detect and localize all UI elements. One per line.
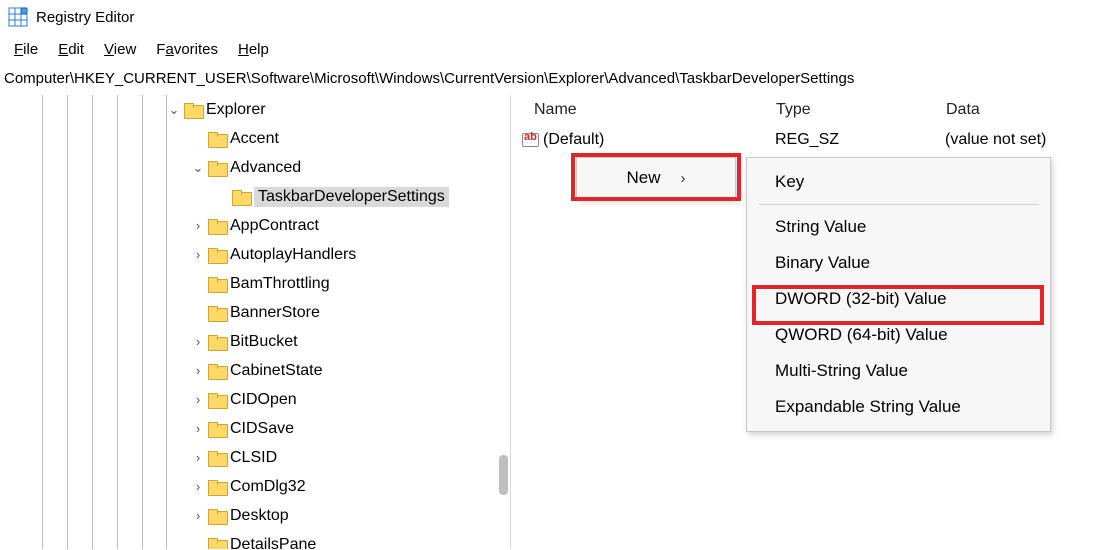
tree-label: AutoplayHandlers xyxy=(230,246,356,264)
tree-label: CabinetState xyxy=(230,362,323,380)
tree-label: DetailsPane xyxy=(230,536,316,550)
ctx-item-string[interactable]: String Value xyxy=(747,209,1050,245)
folder-icon xyxy=(208,161,226,175)
tree-label: BannerStore xyxy=(230,304,320,322)
chevron-right-icon[interactable]: › xyxy=(190,509,206,522)
folder-icon xyxy=(208,277,226,291)
regedit-icon xyxy=(8,7,28,27)
tree-item-bitbucket[interactable]: › BitBucket xyxy=(0,327,510,356)
chevron-down-icon[interactable]: ⌄ xyxy=(190,161,206,174)
context-menu: New › xyxy=(576,157,736,199)
menu-edit[interactable]: Edit xyxy=(48,38,94,61)
tree-item-clsid[interactable]: › CLSID xyxy=(0,443,510,472)
chevron-right-icon[interactable]: › xyxy=(190,335,206,348)
folder-icon xyxy=(208,538,226,550)
ctx-label: New xyxy=(626,168,660,188)
chevron-right-icon[interactable]: › xyxy=(190,219,206,232)
tree-label: BamThrottling xyxy=(230,275,330,293)
value-row-default[interactable]: (Default) REG_SZ (value not set) xyxy=(516,125,1100,155)
chevron-right-icon[interactable]: › xyxy=(190,422,206,435)
tree-item-comdlg32[interactable]: › ComDlg32 xyxy=(0,472,510,501)
tree-item-bam[interactable]: BamThrottling xyxy=(0,269,510,298)
col-data[interactable]: Data xyxy=(946,101,1100,119)
address-path[interactable]: Computer\HKEY_CURRENT_USER\Software\Micr… xyxy=(0,64,1100,95)
chevron-right-icon[interactable]: › xyxy=(190,364,206,377)
tree-item-advanced[interactable]: ⌄ Advanced xyxy=(0,153,510,182)
tree-label: CLSID xyxy=(230,449,277,467)
value-type: REG_SZ xyxy=(775,131,945,149)
folder-icon xyxy=(208,306,226,320)
context-submenu-new: Key String Value Binary Value DWORD (32-… xyxy=(746,157,1051,432)
tree-pane[interactable]: ⌄ Explorer Accent ⌄ Advanced TaskbarDeve… xyxy=(0,95,510,549)
ctx-item-multistring[interactable]: Multi-String Value xyxy=(747,353,1050,389)
tree-label: AppContract xyxy=(230,217,319,235)
tree-label: CIDOpen xyxy=(230,391,297,409)
ctx-item-new[interactable]: New › xyxy=(577,158,735,198)
menu-bar: File Edit View Favorites Help xyxy=(0,34,1100,64)
window-title: Registry Editor xyxy=(36,9,134,26)
menu-view[interactable]: View xyxy=(94,38,146,61)
folder-icon xyxy=(208,132,226,146)
string-value-icon xyxy=(522,133,539,147)
folder-icon xyxy=(208,480,226,494)
tree-label: Advanced xyxy=(230,159,301,177)
tree-item-cidopen[interactable]: › CIDOpen xyxy=(0,385,510,414)
folder-icon xyxy=(232,190,250,204)
folder-icon xyxy=(208,219,226,233)
col-name[interactable]: Name xyxy=(516,101,776,119)
chevron-right-icon[interactable]: › xyxy=(190,393,206,406)
folder-icon xyxy=(208,451,226,465)
folder-icon xyxy=(208,509,226,523)
folder-icon xyxy=(208,364,226,378)
tree-label: Desktop xyxy=(230,507,289,525)
ctx-item-binary[interactable]: Binary Value xyxy=(747,245,1050,281)
tree-item-cabinet[interactable]: › CabinetState xyxy=(0,356,510,385)
tree-item-cidsave[interactable]: › CIDSave xyxy=(0,414,510,443)
tree-label: ComDlg32 xyxy=(230,478,306,496)
ctx-item-expandstring[interactable]: Expandable String Value xyxy=(747,389,1050,425)
menu-file[interactable]: File xyxy=(4,38,48,61)
chevron-down-icon[interactable]: ⌄ xyxy=(166,103,182,116)
tree-item-detailspane[interactable]: DetailsPane xyxy=(0,530,510,549)
tree-label: Explorer xyxy=(206,101,266,119)
tree-item-desktop[interactable]: › Desktop xyxy=(0,501,510,530)
tree-item-explorer[interactable]: ⌄ Explorer xyxy=(0,95,510,124)
tree-item-appcontract[interactable]: › AppContract xyxy=(0,211,510,240)
chevron-right-icon[interactable]: › xyxy=(190,451,206,464)
chevron-right-icon: › xyxy=(681,170,686,187)
tree-label: BitBucket xyxy=(230,333,298,351)
folder-icon xyxy=(208,422,226,436)
tree-item-autoplay[interactable]: › AutoplayHandlers xyxy=(0,240,510,269)
values-pane[interactable]: Name Type Data (Default) REG_SZ (value n… xyxy=(516,95,1100,549)
ctx-item-key[interactable]: Key xyxy=(747,164,1050,200)
value-name: (Default) xyxy=(543,131,775,149)
chevron-right-icon[interactable]: › xyxy=(190,480,206,493)
folder-icon xyxy=(208,335,226,349)
separator xyxy=(759,204,1038,205)
tree-label: CIDSave xyxy=(230,420,294,438)
tree-label: Accent xyxy=(230,130,279,148)
title-bar: Registry Editor xyxy=(0,0,1100,34)
menu-favorites[interactable]: Favorites xyxy=(146,38,228,61)
tree-item-taskbardevsettings[interactable]: TaskbarDeveloperSettings xyxy=(0,182,510,211)
registry-tree[interactable]: ⌄ Explorer Accent ⌄ Advanced TaskbarDeve… xyxy=(0,95,510,549)
tree-label: TaskbarDeveloperSettings xyxy=(254,187,449,207)
tree-item-accent[interactable]: Accent xyxy=(0,124,510,153)
folder-icon xyxy=(184,103,202,117)
menu-help[interactable]: Help xyxy=(228,38,279,61)
folder-icon xyxy=(208,248,226,262)
value-data: (value not set) xyxy=(945,131,1046,149)
column-headers[interactable]: Name Type Data xyxy=(516,95,1100,125)
body: ⌄ Explorer Accent ⌄ Advanced TaskbarDeve… xyxy=(0,95,1100,549)
col-type[interactable]: Type xyxy=(776,101,946,119)
ctx-item-dword[interactable]: DWORD (32-bit) Value xyxy=(747,281,1050,317)
folder-icon xyxy=(208,393,226,407)
ctx-item-qword[interactable]: QWORD (64-bit) Value xyxy=(747,317,1050,353)
tree-item-banner[interactable]: BannerStore xyxy=(0,298,510,327)
scrollbar-thumb[interactable] xyxy=(499,455,508,495)
chevron-right-icon[interactable]: › xyxy=(190,248,206,261)
